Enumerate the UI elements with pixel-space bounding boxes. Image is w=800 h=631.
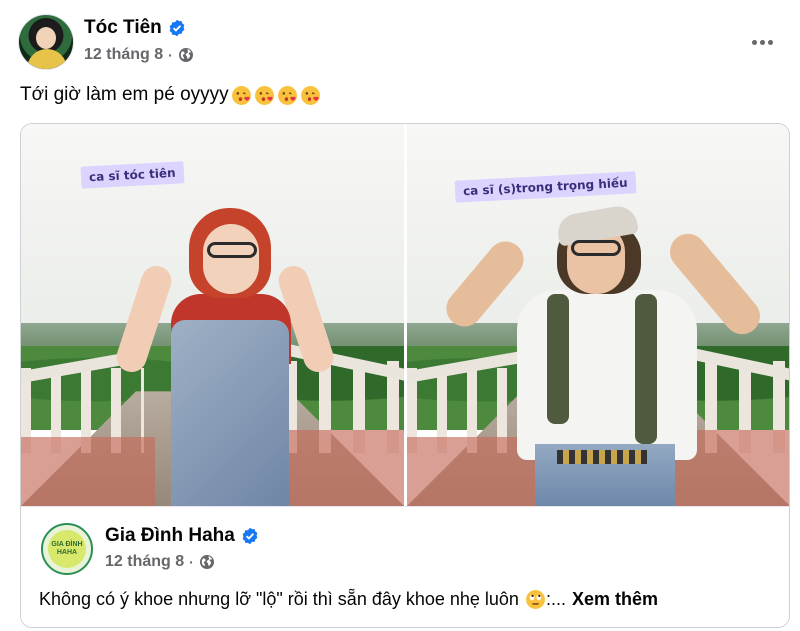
shared-photo-left[interactable]: ca sĩ tóc tiên — [21, 124, 404, 506]
shared-post-date[interactable]: 12 tháng 8 — [105, 553, 184, 571]
post-date[interactable]: 12 tháng 8 — [84, 46, 163, 64]
verified-badge-icon — [242, 527, 258, 545]
kissing-heart-emoji-icon — [277, 85, 297, 105]
rolling-eyes-emoji-icon — [526, 590, 545, 609]
globe-icon[interactable] — [178, 47, 194, 63]
kissing-heart-emoji-icon — [231, 85, 251, 105]
author-avatar[interactable] — [18, 14, 74, 70]
verified-badge-icon — [169, 19, 185, 37]
more-options-icon[interactable] — [744, 28, 780, 56]
caption-text: Tới giờ làm em pé oyyyy — [20, 84, 229, 105]
kissing-heart-emoji-icon — [254, 85, 274, 105]
author-row: Tóc Tiên — [84, 17, 186, 39]
kissing-heart-emoji-icon — [300, 85, 320, 105]
see-more-link[interactable]: Xem thêm — [572, 589, 658, 610]
post-header: Tóc Tiên 12 tháng 8 · — [18, 14, 788, 72]
shared-post-text: Không có ý khoe nhưng lỡ "lộ" rồi thì sẵ… — [39, 589, 658, 610]
shared-post-card[interactable]: ca sĩ tóc tiên ca sĩ (s)trong trọng hiếu… — [20, 123, 790, 628]
meta-separator: · — [168, 47, 173, 63]
page-name[interactable]: Gia Đình Haha — [105, 525, 235, 547]
page-avatar[interactable]: GIA ĐÌNH HAHA — [41, 523, 93, 575]
shared-post-footer: GIA ĐÌNH HAHA Gia Đình Haha 12 tháng 8 ·… — [21, 506, 789, 627]
meta-separator: · — [189, 554, 194, 570]
page-avatar-logo: GIA ĐÌNH HAHA — [48, 530, 86, 568]
shared-post-body: Không có ý khoe nhưng lỡ "lộ" rồi thì sẵ… — [39, 589, 519, 609]
shared-photo-right[interactable]: ca sĩ (s)trong trọng hiếu — [407, 124, 789, 506]
globe-icon[interactable] — [199, 554, 215, 570]
page-name-row: Gia Đình Haha — [105, 525, 259, 547]
post-caption: Tới giờ làm em pé oyyyy — [20, 84, 321, 106]
shared-post-meta: 12 tháng 8 · — [105, 553, 215, 571]
author-name[interactable]: Tóc Tiên — [84, 17, 162, 39]
post-meta: 12 tháng 8 · — [84, 46, 194, 64]
shared-post-ellipsis: :... — [545, 589, 566, 609]
